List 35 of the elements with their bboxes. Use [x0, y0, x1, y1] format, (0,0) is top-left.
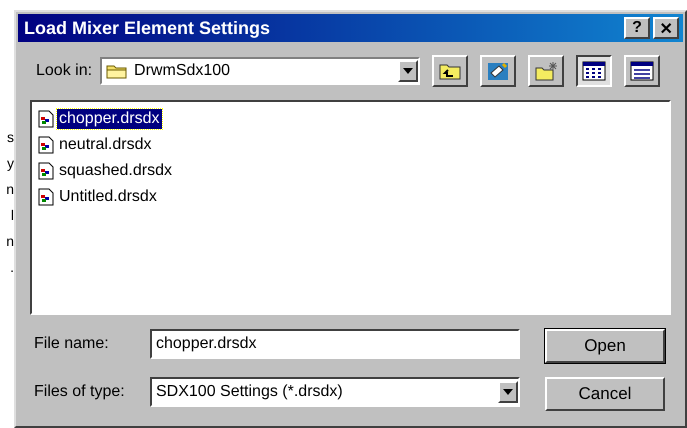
background-text: y	[7, 154, 14, 172]
file-icon	[38, 188, 54, 206]
file-item[interactable]: neutral.drsdx	[57, 135, 154, 155]
file-name-label: File name:	[34, 335, 110, 353]
details-view-button[interactable]	[624, 55, 660, 87]
background-text: l	[10, 206, 14, 224]
desktop-button[interactable]	[480, 55, 516, 87]
new-folder-icon	[534, 61, 558, 81]
window-title: Load Mixer Element Settings	[24, 18, 270, 38]
file-item[interactable]: chopper.drsdx	[57, 109, 162, 129]
pencil-icon	[486, 61, 510, 81]
background-text: s	[7, 128, 14, 146]
file-name-field[interactable]: chopper.drsdx	[150, 329, 520, 359]
details-view-icon	[630, 61, 654, 81]
file-type-label: Files of type:	[34, 383, 126, 401]
list-view-button[interactable]	[576, 55, 612, 87]
file-type-dropdown[interactable]: SDX100 Settings (*.drsdx)	[150, 377, 520, 407]
folder-icon	[106, 63, 128, 79]
open-button[interactable]: Open	[545, 329, 665, 363]
file-item[interactable]: squashed.drsdx	[57, 161, 174, 181]
look-in-dropdown[interactable]: DrwmSdx100	[100, 57, 420, 85]
look-in-label: Look in:	[36, 62, 92, 80]
file-icon	[38, 136, 54, 154]
file-item[interactable]: Untitled.drsdx	[57, 187, 159, 207]
new-folder-button[interactable]	[528, 55, 564, 87]
file-icon	[38, 110, 54, 128]
file-icon	[38, 162, 54, 180]
up-folder-button[interactable]	[432, 55, 468, 87]
close-button[interactable]: ✕	[653, 17, 679, 39]
background-text: .	[10, 258, 14, 276]
help-button[interactable]: ?	[624, 17, 650, 39]
background-text: n	[6, 232, 14, 250]
background-text: n	[6, 180, 14, 198]
list-view-icon	[582, 61, 606, 81]
cancel-button[interactable]: Cancel	[545, 377, 665, 411]
